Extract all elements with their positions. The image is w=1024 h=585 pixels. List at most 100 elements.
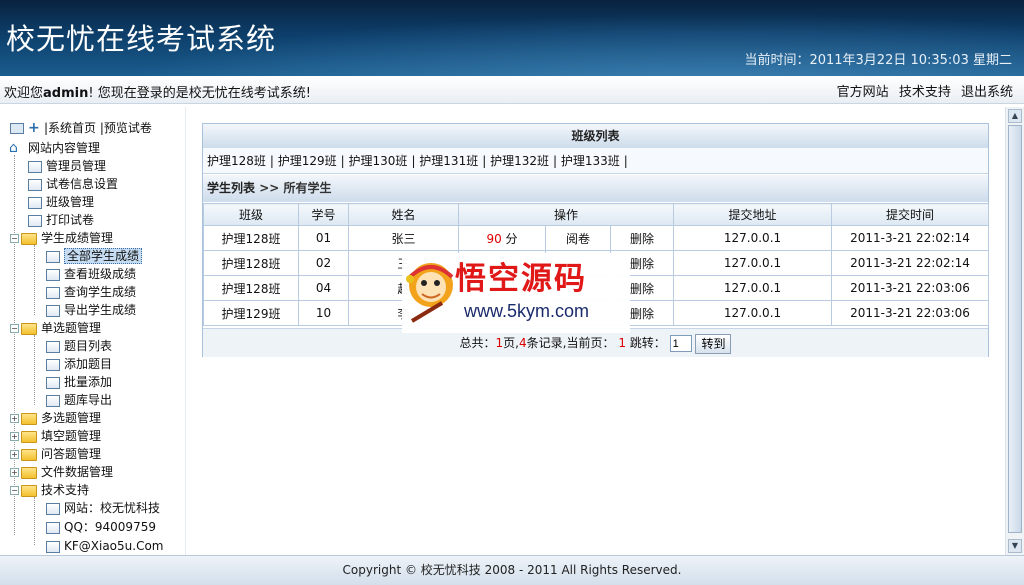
sidebar-group-support[interactable]: − 技术支持 bbox=[10, 481, 89, 499]
page-icon bbox=[46, 394, 60, 407]
page-icon bbox=[46, 286, 60, 299]
welcome-text: 欢迎您admin! 您现在登录的是校无忧在线考试系统! bbox=[4, 82, 311, 101]
collapse-icon[interactable]: − bbox=[10, 234, 19, 243]
col-time: 提交时间 bbox=[831, 203, 990, 226]
sidebar-group-label: 单选题管理 bbox=[41, 321, 102, 335]
page-icon bbox=[46, 304, 60, 317]
sidebar-item-bank-export[interactable]: 题库导出 bbox=[46, 391, 112, 409]
page-icon bbox=[28, 214, 42, 227]
sidebar-group-fill[interactable]: + 填空题管理 bbox=[10, 427, 101, 445]
scroll-down-icon[interactable]: ▼ bbox=[1008, 539, 1022, 553]
review-button[interactable]: 阅卷 bbox=[545, 225, 611, 251]
expand-icon[interactable]: + bbox=[10, 468, 19, 477]
cell-ip: 127.0.0.1 bbox=[673, 225, 833, 251]
sidebar-group-single[interactable]: − 单选题管理 bbox=[10, 319, 101, 337]
sidebar-item-class[interactable]: 班级管理 bbox=[28, 193, 94, 211]
delete-button[interactable]: 删除 bbox=[609, 225, 675, 251]
sidebar-item-email[interactable]: KF@Xiao5u.Com bbox=[46, 537, 164, 555]
monitor-icon bbox=[10, 123, 24, 134]
scroll-thumb[interactable] bbox=[1008, 125, 1022, 533]
col-actions: 操作 bbox=[457, 203, 675, 226]
sidebar-item-label: 试卷信息设置 bbox=[46, 177, 119, 191]
sidebar-item-export-scores[interactable]: 导出学生成绩 bbox=[46, 301, 136, 319]
class-link[interactable]: 护理130班 bbox=[349, 154, 408, 168]
score-unit: 分 bbox=[505, 231, 518, 246]
preview-exam-link[interactable]: 预览试卷 bbox=[104, 121, 152, 135]
monkey-logo-icon bbox=[406, 263, 454, 323]
expand-icon[interactable]: + bbox=[10, 432, 19, 441]
pager-records-unit: 条记录, bbox=[526, 336, 567, 350]
cell-ip: 127.0.0.1 bbox=[673, 300, 833, 326]
folder-open-icon bbox=[21, 484, 37, 497]
go-button[interactable]: 转到 bbox=[695, 333, 732, 354]
tree-root-label: 网站内容管理 bbox=[28, 141, 101, 155]
sidebar-item-add-question[interactable]: 添加题目 bbox=[46, 355, 112, 373]
cell-time: 2011-3-21 22:03:06 bbox=[831, 275, 990, 301]
page-icon bbox=[46, 340, 60, 353]
class-link[interactable]: 护理133班 bbox=[561, 154, 620, 168]
scroll-up-icon[interactable]: ▲ bbox=[1008, 109, 1022, 123]
home-link[interactable]: 系统首页 bbox=[48, 121, 96, 135]
sidebar-group-label: 填空题管理 bbox=[41, 429, 102, 443]
page-icon bbox=[46, 376, 60, 389]
top-links: 官方网站 技术支持 退出系统 bbox=[831, 81, 1013, 100]
sidebar-item-label: QQ：94009759 bbox=[64, 520, 156, 534]
footer: Copyright © 校无忧科技 2008 - 2011 All Rights… bbox=[0, 555, 1024, 585]
sidebar-group-label: 学生成绩管理 bbox=[41, 231, 114, 245]
sidebar-group-files[interactable]: + 文件数据管理 bbox=[10, 463, 113, 481]
watermark-url: www.5kym.com bbox=[464, 301, 590, 321]
sidebar-item-label: 班级管理 bbox=[46, 195, 95, 209]
cell-time: 2011-3-21 22:02:14 bbox=[831, 250, 990, 276]
pager-current-label: 当前页： bbox=[566, 336, 615, 350]
class-link[interactable]: 护理129班 bbox=[278, 154, 337, 168]
sidebar-item-qq[interactable]: QQ：94009759 bbox=[46, 518, 156, 536]
logout-link[interactable]: 退出系统 bbox=[961, 85, 1013, 100]
sidebar-item-exam-settings[interactable]: 试卷信息设置 bbox=[28, 175, 118, 193]
current-datetime: 当前时间：2011年3月22日 10:35:03 星期二 bbox=[744, 53, 1012, 68]
cell-id: 02 bbox=[298, 250, 349, 276]
watermark: 悟空源码 www.5kym.com bbox=[402, 253, 630, 333]
sidebar-group-label: 多选题管理 bbox=[41, 411, 102, 425]
student-list-title: 学生列表 bbox=[207, 181, 256, 195]
official-site-link[interactable]: 官方网站 bbox=[837, 85, 889, 100]
sidebar-group-multi[interactable]: + 多选题管理 bbox=[10, 409, 101, 427]
app-title: 校无忧在线考试系统 bbox=[6, 22, 277, 56]
sidebar-item-class-scores[interactable]: 查看班级成绩 bbox=[46, 265, 136, 283]
sidebar-group-scores[interactable]: − 学生成绩管理 bbox=[10, 229, 113, 247]
col-class: 班级 bbox=[203, 203, 299, 226]
sidebar-item-label: 导出学生成绩 bbox=[64, 303, 137, 317]
sidebar-item-all-scores[interactable]: 全部学生成绩 bbox=[46, 247, 143, 265]
student-list-subtitle: >> 所有学生 bbox=[259, 181, 332, 195]
vertical-scrollbar[interactable]: ▲ ▼ bbox=[1005, 107, 1024, 555]
sidebar-item-batch-add[interactable]: 批量添加 bbox=[46, 373, 112, 391]
collapse-icon[interactable]: − bbox=[10, 486, 19, 495]
sidebar-group-qa[interactable]: + 问答题管理 bbox=[10, 445, 101, 463]
expand-icon[interactable]: + bbox=[10, 414, 19, 423]
sidebar-item-query-scores[interactable]: 查询学生成绩 bbox=[46, 283, 136, 301]
watermark-cn-text: 悟空源码 bbox=[455, 261, 587, 297]
class-link[interactable]: 护理131班 bbox=[419, 154, 478, 168]
class-link[interactable]: 护理132班 bbox=[490, 154, 549, 168]
folder-open-icon bbox=[21, 322, 37, 335]
sidebar-item-label: 管理员管理 bbox=[46, 159, 107, 173]
folder-icon bbox=[21, 448, 37, 461]
sidebar-item-website[interactable]: 网站：校无忧科技 bbox=[46, 499, 160, 517]
collapse-icon[interactable]: − bbox=[10, 324, 19, 333]
sidebar-item-label: 网站：校无忧科技 bbox=[64, 501, 161, 515]
class-link[interactable]: 护理128班 bbox=[207, 154, 266, 168]
sidebar-item-admin[interactable]: 管理员管理 bbox=[28, 157, 106, 175]
sidebar-item-label: 题目列表 bbox=[64, 339, 113, 353]
sidebar-item-print[interactable]: 打印试卷 bbox=[28, 211, 94, 229]
page-jump-input[interactable] bbox=[669, 335, 692, 352]
sidebar-item-label: 查询学生成绩 bbox=[64, 285, 137, 299]
tech-support-link[interactable]: 技术支持 bbox=[899, 85, 951, 100]
welcome-prefix: 欢迎您 bbox=[4, 86, 44, 101]
page-icon bbox=[28, 160, 42, 173]
sidebar: + |系统首页 |预览试卷 ⌂ 网站内容管理 管理员管理 试卷信息设置 班级管理 打… bbox=[0, 107, 186, 555]
cell-id: 04 bbox=[298, 275, 349, 301]
sidebar-item-question-list[interactable]: 题目列表 bbox=[46, 337, 112, 355]
expand-icon[interactable]: + bbox=[10, 450, 19, 459]
tree-line bbox=[34, 335, 35, 405]
page-icon bbox=[46, 268, 60, 281]
sidebar-item-label: 题库导出 bbox=[64, 393, 113, 407]
